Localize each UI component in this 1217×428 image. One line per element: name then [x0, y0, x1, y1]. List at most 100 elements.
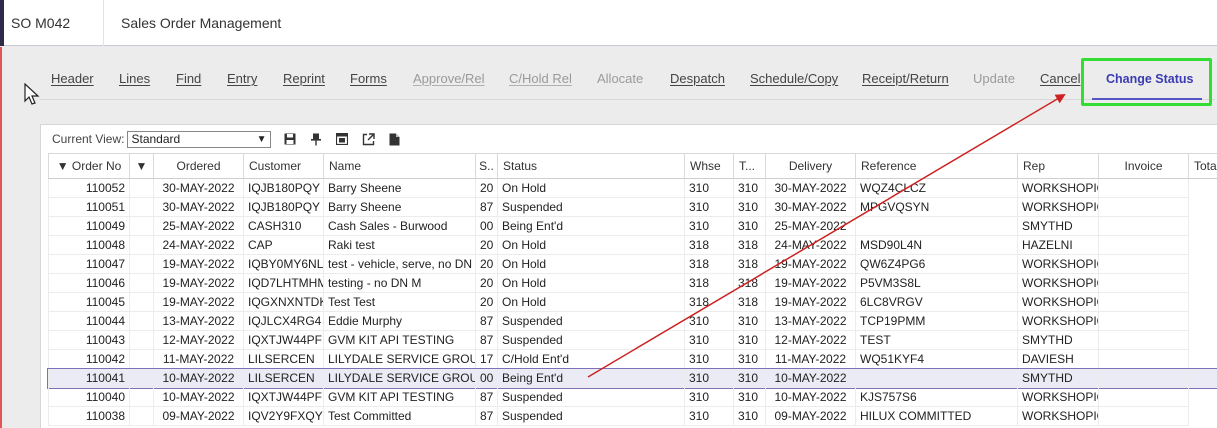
t-cell: 310	[734, 369, 766, 388]
table-row[interactable]: 110048 24-MAY-2022 CAP Raki test 20 On Hold 31…	[48, 236, 1217, 255]
customer-cell: IQV2Y9FXQY	[244, 407, 324, 426]
pin-icon[interactable]	[309, 132, 323, 146]
menu-despatch[interactable]: Despatch	[670, 71, 725, 86]
reference-cell: QW6Z4PG6	[856, 255, 1018, 274]
ordered-cell: 19-MAY-2022	[154, 293, 244, 312]
customer-cell: LILSERCEN	[244, 350, 324, 369]
col-customer[interactable]: Customer	[244, 153, 324, 179]
table-row[interactable]: 110042 11-MAY-2022 LILSERCEN LILYDALE SERVI…	[48, 350, 1217, 369]
name-cell: Cash Sales - Burwood	[324, 217, 476, 236]
col-status[interactable]: Status	[498, 153, 685, 179]
col-whse[interactable]: Whse	[685, 153, 734, 179]
table-row[interactable]: 110041 10-MAY-2022 LILSERCEN LILYDALE SERVI…	[47, 368, 1217, 389]
table-row[interactable]: 110038 09-MAY-2022 IQV2Y9FXQY Test Committe…	[48, 407, 1217, 426]
s-cell: 20	[476, 274, 498, 293]
col-reference[interactable]: Reference	[856, 153, 1018, 179]
table-row[interactable]: 110045 19-MAY-2022 IQGXNXNTDK Test Test 20 On…	[48, 293, 1217, 312]
menu-approve-rel[interactable]: Approve/Rel	[413, 71, 485, 86]
status-cell: Suspended	[498, 198, 685, 217]
rep-cell: SMYTHD	[1018, 331, 1099, 350]
s-cell: 17	[476, 350, 498, 369]
flag-cell	[130, 369, 154, 388]
invoice-cell	[1099, 369, 1189, 388]
save-icon[interactable]	[283, 132, 297, 146]
reference-cell: TEST	[856, 331, 1018, 350]
order-no-cell: 110042	[48, 350, 130, 369]
delivery-cell: 19-MAY-2022	[766, 293, 856, 312]
menu-entry[interactable]: Entry	[227, 71, 257, 86]
col-name[interactable]: Name	[324, 153, 476, 179]
menu-header[interactable]: Header	[51, 71, 94, 86]
window-icon[interactable]	[335, 132, 349, 146]
document-icon[interactable]	[387, 132, 401, 146]
ordered-cell: 10-MAY-2022	[154, 388, 244, 407]
invoice-cell	[1099, 331, 1189, 350]
col-delivery[interactable]: Delivery	[766, 153, 856, 179]
col-ordered[interactable]: Ordered	[154, 153, 244, 179]
menu-chold-rel[interactable]: C/Hold Rel	[509, 71, 572, 86]
invoice-cell	[1099, 236, 1189, 255]
current-view-select[interactable]: Standard ▼	[127, 130, 272, 148]
menu-find[interactable]: Find	[176, 71, 201, 86]
ordered-cell: 13-MAY-2022	[154, 312, 244, 331]
invoice-cell	[1099, 312, 1189, 331]
t-cell: 310	[734, 198, 766, 217]
whse-cell: 310	[685, 388, 734, 407]
table-row[interactable]: 110049 25-MAY-2022 CASH310 Cash Sales - Bur…	[48, 217, 1217, 236]
external-link-icon[interactable]	[361, 132, 375, 146]
status-cell: C/Hold Ent'd	[498, 350, 685, 369]
delivery-cell: 10-MAY-2022	[766, 388, 856, 407]
table-row[interactable]: 110043 12-MAY-2022 IQXTJW44PF GVM KIT API T…	[48, 331, 1217, 350]
col-invoice[interactable]: Invoice	[1099, 153, 1189, 179]
table-row[interactable]: 110040 10-MAY-2022 IQXTJW44PF GVM KIT API T…	[48, 388, 1217, 407]
flag-cell	[130, 236, 154, 255]
whse-cell: 318	[685, 293, 734, 312]
col-rep[interactable]: Rep	[1018, 153, 1099, 179]
col-t[interactable]: T...	[734, 153, 766, 179]
menu-receipt-return[interactable]: Receipt/Return	[862, 71, 949, 86]
invoice-cell	[1099, 255, 1189, 274]
flag-cell	[130, 179, 154, 198]
flag-cell	[130, 255, 154, 274]
reference-cell: KJS757S6	[856, 388, 1018, 407]
order-no-cell: 110044	[48, 312, 130, 331]
name-cell: Test Test	[324, 293, 476, 312]
rep-cell: WORKSHOPIQ	[1018, 312, 1099, 331]
reference-cell	[856, 217, 1018, 236]
rep-cell: SMYTHD	[1018, 369, 1099, 388]
name-cell: Test Committed	[324, 407, 476, 426]
menu-reprint[interactable]: Reprint	[283, 71, 325, 86]
whse-cell: 310	[685, 350, 734, 369]
highlight-box	[1081, 58, 1212, 106]
customer-cell: IQGXNXNTDK	[244, 293, 324, 312]
menu-allocate[interactable]: Allocate	[597, 71, 643, 86]
reference-cell: WQ51KYF4	[856, 350, 1018, 369]
orders-panel: Current View: Standard ▼ ▼ Order No ▼ Or…	[40, 124, 1217, 428]
col-s[interactable]: S..	[476, 153, 498, 179]
table-row[interactable]: 110046 19-MAY-2022 IQD7LHTMHM testing - no …	[48, 274, 1217, 293]
menu-forms[interactable]: Forms	[350, 71, 387, 86]
col-total[interactable]: Tota	[1189, 153, 1217, 179]
table-row[interactable]: 110044 13-MAY-2022 IQJLCX4RG4 Eddie Murphy 8…	[48, 312, 1217, 331]
t-cell: 310	[734, 407, 766, 426]
rep-cell: WORKSHOPIQ	[1018, 179, 1099, 198]
customer-cell: IQJLCX4RG4	[244, 312, 324, 331]
s-cell: 87	[476, 312, 498, 331]
ordered-cell: 19-MAY-2022	[154, 274, 244, 293]
name-cell: LILYDALE SERVICE GROUP	[324, 350, 476, 369]
col-order-no[interactable]: ▼ Order No	[48, 153, 130, 179]
table-row[interactable]: 110047 19-MAY-2022 IQBY0MY6NL test - vehicl…	[48, 255, 1217, 274]
menu-cancel[interactable]: Cancel	[1040, 71, 1080, 86]
ordered-cell: 25-MAY-2022	[154, 217, 244, 236]
col-sort[interactable]: ▼	[130, 153, 154, 179]
flag-cell	[130, 293, 154, 312]
table-row[interactable]: 110052 30-MAY-2022 IQJB180PQY Barry Sheene 2…	[48, 179, 1217, 198]
reference-cell: MPGVQSYN	[856, 198, 1018, 217]
delivery-cell: 12-MAY-2022	[766, 331, 856, 350]
menu-bar: Header Lines Find Entry Reprint Forms Ap…	[40, 60, 1215, 100]
menu-lines[interactable]: Lines	[119, 71, 150, 86]
menu-schedule-copy[interactable]: Schedule/Copy	[750, 71, 838, 86]
ordered-cell: 30-MAY-2022	[154, 179, 244, 198]
table-row[interactable]: 110051 30-MAY-2022 IQJB180PQY Barry Sheene 8…	[48, 198, 1217, 217]
menu-update[interactable]: Update	[973, 71, 1015, 86]
